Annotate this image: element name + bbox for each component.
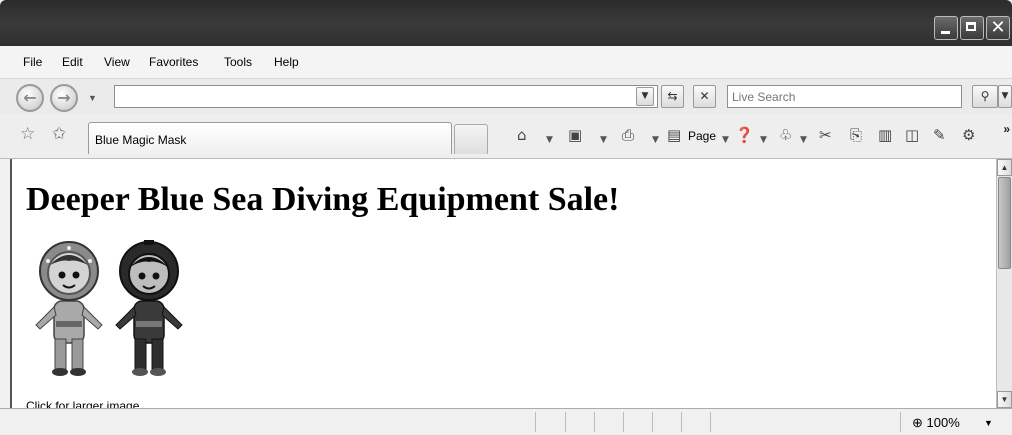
menu-edit[interactable]: Edit xyxy=(62,55,83,69)
zoom-dropdown[interactable]: ▼ xyxy=(984,418,993,428)
status-divider xyxy=(900,412,901,432)
chevron-up-icon: ▲ xyxy=(1000,163,1009,172)
search-button[interactable]: ⚲ xyxy=(972,85,998,108)
minimize-icon xyxy=(941,31,950,34)
status-divider xyxy=(623,412,624,432)
address-dropdown-button[interactable]: ▼ xyxy=(636,87,654,106)
refresh-button[interactable]: ⇆ xyxy=(661,85,684,108)
favorites-bar: ☆ ✩ Blue Magic Mask ⌂ ▼ ▣ ▼ ⎙ ▼ ▤ Page ▼… xyxy=(0,116,1012,159)
status-divider xyxy=(594,412,595,432)
zoom-icon: ⊕ xyxy=(912,415,923,430)
zoom-level: 100% xyxy=(926,415,960,430)
help-icon[interactable]: ❓ xyxy=(735,125,754,145)
back-button[interactable]: ← xyxy=(16,84,44,112)
menu-favorites[interactable]: Favorites xyxy=(149,55,198,69)
close-window-button[interactable]: ✕ xyxy=(986,16,1010,40)
image-caption-link[interactable]: Click for larger image xyxy=(26,399,139,408)
title-bar: ✕ xyxy=(0,0,1012,46)
tab-active[interactable]: Blue Magic Mask xyxy=(88,122,452,154)
help-dropdown[interactable]: ▼ xyxy=(760,130,767,150)
history-dropdown[interactable]: ▼ xyxy=(88,93,97,103)
address-bar: ← → ▼ ▼ ⇆ ✕ ⚲ ▼ xyxy=(0,79,1012,115)
search-icon: ⚲ xyxy=(980,89,990,103)
menu-view[interactable]: View xyxy=(104,55,130,69)
page-heading: Deeper Blue Sea Diving Equipment Sale! xyxy=(26,181,620,218)
scroll-thumb[interactable] xyxy=(998,177,1011,269)
tools-icon[interactable]: ⚙ xyxy=(962,125,975,145)
status-divider xyxy=(652,412,653,432)
refresh-icon: ⇆ xyxy=(667,89,678,103)
page-content: Deeper Blue Sea Diving Equipment Sale! C… xyxy=(10,159,998,408)
chevron-more-icon[interactable]: » xyxy=(1003,122,1010,136)
zoom-control[interactable]: ⊕ 100% xyxy=(912,415,960,431)
page-icon[interactable]: ▤ xyxy=(667,125,681,145)
search-input[interactable] xyxy=(727,85,962,108)
edit-icon[interactable]: ✎ xyxy=(933,125,946,145)
chevron-down-icon: ▼ xyxy=(1001,91,1009,101)
tab-title: Blue Magic Mask xyxy=(95,133,187,147)
scroll-up-button[interactable]: ▲ xyxy=(997,159,1012,176)
arrow-left-icon: ← xyxy=(23,88,37,107)
status-divider xyxy=(535,412,536,432)
new-tab-button[interactable] xyxy=(454,124,488,154)
print-dropdown[interactable]: ▼ xyxy=(652,130,659,150)
stop-button[interactable]: ✕ xyxy=(693,85,716,108)
status-divider xyxy=(565,412,566,432)
minimize-button[interactable] xyxy=(934,16,958,40)
chevron-down-icon: ▼ xyxy=(641,91,649,101)
status-divider xyxy=(710,412,711,432)
page-menu-label[interactable]: Page xyxy=(688,129,716,143)
copy-icon[interactable]: ⎘ xyxy=(850,125,862,145)
menu-file[interactable]: File xyxy=(23,55,42,69)
home-dropdown[interactable]: ▼ xyxy=(546,130,553,150)
diver-right-figure xyxy=(115,240,183,376)
research-icon[interactable]: ♧ xyxy=(779,125,792,145)
menu-tools[interactable]: Tools xyxy=(224,55,252,69)
address-input[interactable] xyxy=(114,85,658,108)
star-icon[interactable]: ☆ xyxy=(20,124,35,144)
window-controls: ✕ xyxy=(934,16,1010,40)
status-bar: ⊕ 100% ▼ xyxy=(0,408,1012,435)
browser-window: ✕ File Edit View Favorites Tools Help ← … xyxy=(0,0,1012,435)
status-divider xyxy=(681,412,682,432)
arrow-right-icon: → xyxy=(57,88,71,107)
paste-icon[interactable]: ▥ xyxy=(878,125,892,145)
cut-icon[interactable]: ✂ xyxy=(819,125,832,145)
window-icon[interactable]: ◫ xyxy=(905,125,919,145)
diver-left-figure xyxy=(35,241,103,376)
divers-image[interactable] xyxy=(26,239,196,381)
maximize-icon xyxy=(966,22,976,31)
rss-icon[interactable]: ▣ xyxy=(568,125,582,145)
close-icon: ✕ xyxy=(699,89,710,103)
feeds-dropdown[interactable]: ▼ xyxy=(600,130,607,150)
menu-bar: File Edit View Favorites Tools Help xyxy=(0,46,1012,79)
research-dropdown[interactable]: ▼ xyxy=(800,130,807,150)
vertical-scrollbar[interactable]: ▲ ▼ xyxy=(996,159,1012,408)
menu-help[interactable]: Help xyxy=(274,55,299,69)
add-favorite-icon[interactable]: ✩ xyxy=(52,124,66,144)
page-dropdown[interactable]: ▼ xyxy=(722,130,729,150)
home-icon[interactable]: ⌂ xyxy=(517,125,527,145)
search-options-button[interactable]: ▼ xyxy=(998,85,1012,108)
maximize-button[interactable] xyxy=(960,16,984,40)
forward-button[interactable]: → xyxy=(50,84,78,112)
chevron-down-icon: ▼ xyxy=(1000,395,1009,404)
scroll-down-button[interactable]: ▼ xyxy=(997,391,1012,408)
close-icon: ✕ xyxy=(990,17,1006,38)
printer-icon[interactable]: ⎙ xyxy=(622,125,634,145)
